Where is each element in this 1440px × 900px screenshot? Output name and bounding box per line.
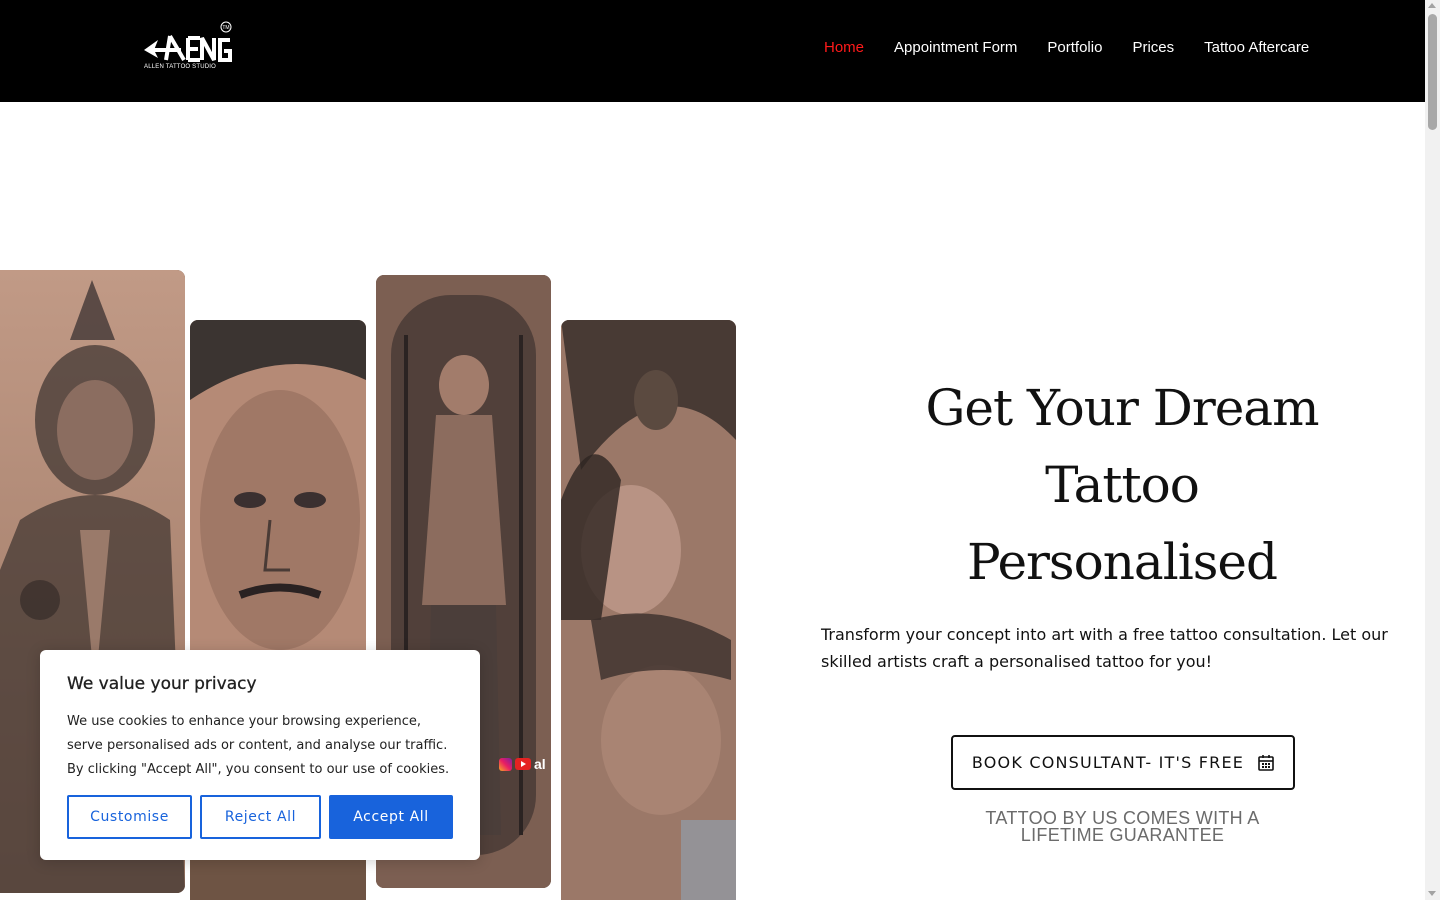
nav-home[interactable]: Home (824, 39, 864, 56)
logo[interactable]: TM ALLEN TATTOO STUDIO (140, 20, 235, 75)
youtube-icon (515, 758, 531, 770)
cookie-consent-banner: We value your privacy We use cookies to … (40, 650, 480, 860)
logo-text: ALLEN TATTOO STUDIO (144, 64, 217, 70)
calendar-icon (1258, 755, 1274, 771)
nav-appointment-form[interactable]: Appointment Form (894, 39, 1017, 56)
book-consultation-button[interactable]: BOOK CONSULTANT- IT'S FREE (951, 735, 1295, 790)
nav-prices[interactable]: Prices (1132, 39, 1174, 56)
cookie-actions: Customise Reject All Accept All (67, 795, 453, 839)
accept-all-button[interactable]: Accept All (329, 795, 453, 839)
instagram-icon (499, 757, 512, 771)
hero-title-line1: Get Your Dream (925, 379, 1319, 437)
customise-button[interactable]: Customise (67, 795, 192, 839)
hero-title-line3: Personalised (967, 533, 1278, 591)
reject-all-button[interactable]: Reject All (200, 795, 321, 839)
gallery-image-radha-krishna (561, 320, 736, 900)
hero-title: Get Your Dream Tattoo Personalised (822, 370, 1422, 601)
watermark: al (499, 756, 546, 772)
nav-tattoo-aftercare[interactable]: Tattoo Aftercare (1204, 39, 1309, 56)
main-nav: Home Appointment Form Portfolio Prices T… (824, 39, 1339, 56)
book-consultation-label: BOOK CONSULTANT- IT'S FREE (971, 753, 1245, 772)
page-scrollbar[interactable] (1425, 0, 1440, 900)
svg-text:TM: TM (222, 25, 229, 31)
cookie-text: We use cookies to enhance your browsing … (67, 714, 450, 777)
nav-portfolio[interactable]: Portfolio (1047, 39, 1102, 56)
lifetime-guarantee-text: TATTOO BY US COMES WITH A LIFETIME GUARA… (985, 808, 1260, 845)
hero-title-line2: Tattoo (1045, 456, 1200, 514)
scrollbar-thumb[interactable] (1428, 14, 1437, 130)
site-header: TM ALLEN TATTOO STUDIO Home Appointment … (0, 0, 1425, 102)
hero-description: Transform your concept into art with a f… (821, 625, 1388, 671)
scroll-down-arrow-icon[interactable] (1428, 891, 1436, 896)
cookie-title: We value your privacy (67, 674, 257, 694)
logo-mark-icon: TM (144, 21, 232, 62)
scroll-up-arrow-icon[interactable] (1428, 3, 1436, 8)
